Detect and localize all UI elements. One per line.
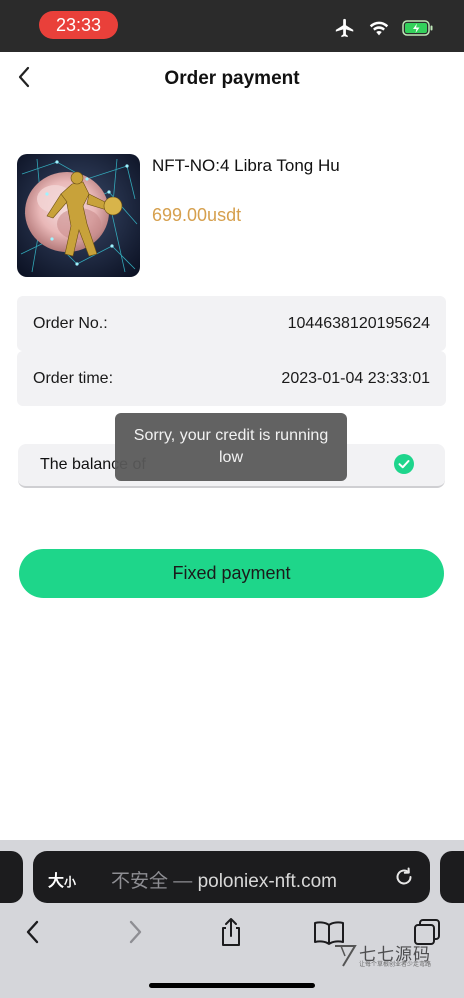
order-number-label: Order No.: [33,314,108,332]
address-bar[interactable]: 大小 不安全 — poloniex-nft.com [33,851,430,903]
order-time-row: Order time: 2023-01-04 23:33:01 [17,351,446,406]
toast-message: Sorry, your credit is running low [115,413,347,481]
wifi-icon [369,21,389,36]
product-name: NFT-NO:4 Libra Tong Hu [152,156,340,175]
battery-icon [402,20,433,36]
insecure-label: 不安全 — [111,871,193,892]
previous-tab-preview[interactable] [0,851,23,903]
order-number-row: Order No.: 1044638120195624 [17,296,446,351]
reload-icon[interactable] [392,865,416,889]
home-indicator [149,983,315,988]
status-icons [334,16,434,40]
browser-forward-button[interactable] [116,914,152,950]
watermark-logo-icon [335,945,357,967]
browser-back-button[interactable] [16,914,52,950]
order-number-value: 1044638120195624 [287,314,430,332]
share-icon [222,918,240,946]
status-bar: 23:33 [0,0,464,52]
order-time-label: Order time: [33,369,114,387]
share-button[interactable] [213,914,249,950]
watermark: 七七源码 让每个草根创业者少走弯路 [333,940,443,970]
order-time-value: 2023-01-04 23:33:01 [281,369,430,387]
text-size-button[interactable]: 大小 [48,867,76,891]
check-icon[interactable] [394,454,414,474]
back-arrow-icon [26,920,39,944]
fixed-payment-button[interactable]: Fixed payment [19,549,444,598]
text-size-small-label: 小 [64,875,77,889]
page-title: Order payment [164,68,300,89]
url-domain: poloniex-nft.com [197,871,337,892]
product-price: 699.00usdt [152,205,242,225]
forward-arrow-icon [129,920,142,944]
status-time: 23:33 [39,11,118,39]
text-size-big-label: 大 [48,873,65,890]
page-header: Order payment [0,52,464,108]
product-image [17,154,140,277]
next-tab-preview[interactable] [440,851,464,903]
airplane-icon [335,18,354,38]
watermark-subtext: 让每个草根创业者少走弯路 [359,962,432,968]
url-display[interactable]: 不安全 — poloniex-nft.com [111,866,337,893]
